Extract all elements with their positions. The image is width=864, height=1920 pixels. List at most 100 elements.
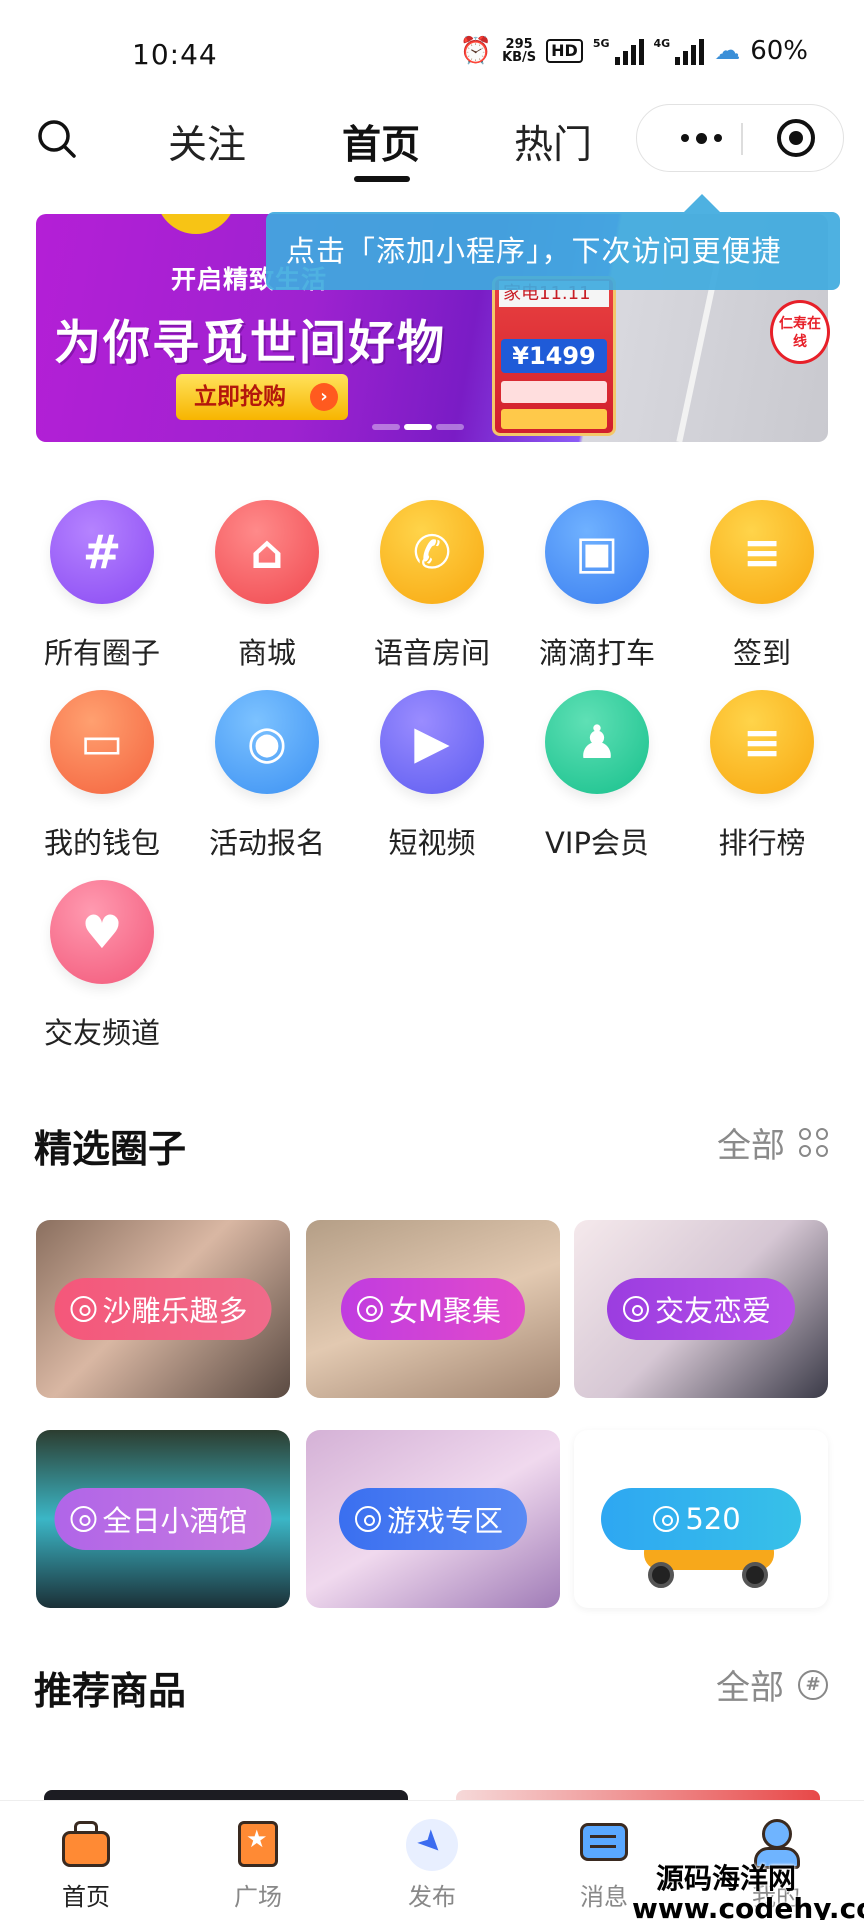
more-icon[interactable] bbox=[665, 105, 737, 171]
phone-note-icon: ✆ bbox=[380, 500, 484, 604]
search-icon[interactable] bbox=[36, 118, 78, 160]
circle-pill: 520 bbox=[601, 1488, 801, 1550]
circle-name: 女M聚集 bbox=[388, 1294, 502, 1328]
grid-item-voice-room[interactable]: ✆ 语音房间 bbox=[352, 500, 512, 672]
banner-decoration bbox=[156, 214, 236, 234]
grid-item-didi[interactable]: ▣ 滴滴打车 bbox=[517, 500, 677, 672]
circle-card[interactable]: 交友恋爱 bbox=[574, 1220, 828, 1398]
tabbar-square[interactable]: ★ 广场 bbox=[198, 1819, 318, 1912]
grid-item-mall[interactable]: ⌂ 商城 bbox=[187, 500, 347, 672]
circle-icon bbox=[356, 1296, 383, 1322]
tabbar-home[interactable]: 首页 bbox=[26, 1819, 146, 1912]
grid-label: 语音房间 bbox=[373, 636, 490, 670]
signal-4g-label: 4G bbox=[653, 37, 671, 50]
tab-indicator bbox=[354, 176, 410, 182]
home-icon bbox=[60, 1819, 112, 1869]
circle-card[interactable]: 沙雕乐趣多 bbox=[36, 1220, 290, 1398]
close-miniprogram-icon[interactable] bbox=[777, 119, 815, 157]
banner-card-strip bbox=[501, 381, 607, 403]
tab-home[interactable]: 首页 bbox=[342, 114, 420, 170]
grid-item-vip[interactable]: ♟ VIP会员 bbox=[517, 690, 677, 862]
top-nav: 关注 首页 热门 bbox=[0, 100, 864, 182]
circle-card[interactable]: 女M聚集 bbox=[306, 1220, 560, 1398]
products-more-link[interactable]: 全部 # bbox=[716, 1660, 828, 1709]
products-more-label: 全部 bbox=[716, 1668, 784, 1708]
banner-pager bbox=[372, 424, 464, 430]
watermark-line1: 源码海洋网 bbox=[656, 1862, 797, 1895]
grid-label: 签到 bbox=[732, 636, 791, 670]
cloud-icon: ☁ bbox=[714, 36, 741, 66]
circle-card[interactable]: 全日小酒馆 bbox=[36, 1430, 290, 1608]
star-badge-icon: ★ bbox=[232, 1819, 284, 1869]
grid-icon bbox=[799, 1128, 828, 1157]
circle-name: 沙雕乐趣多 bbox=[102, 1294, 248, 1328]
status-time: 10:44 bbox=[132, 38, 218, 71]
tabbar-label: 首页 bbox=[62, 1883, 110, 1911]
net-speed: 295 KB/S bbox=[502, 38, 536, 64]
grid-label: 所有圈子 bbox=[43, 636, 160, 670]
circle-pill: 游戏专区 bbox=[338, 1488, 528, 1550]
section-featured-title: 精选圈子 bbox=[34, 1127, 187, 1171]
circle-pill: 交友恋爱 bbox=[606, 1278, 796, 1340]
document-icon: ≡ bbox=[710, 500, 814, 604]
wallet-icon: ▭ bbox=[50, 690, 154, 794]
car-icon: ▣ bbox=[545, 500, 649, 604]
circle-name: 520 bbox=[685, 1502, 741, 1536]
hashtag-icon: # bbox=[50, 500, 154, 604]
renshou-logo[interactable]: 仁寿在线 bbox=[770, 300, 830, 364]
tooltip-arrow bbox=[684, 194, 720, 212]
tab-hot[interactable]: 热门 bbox=[514, 114, 592, 170]
grid-item-wallet[interactable]: ▭ 我的钱包 bbox=[22, 690, 182, 862]
hearts-icon: ♥ bbox=[50, 880, 154, 984]
tabbar-publish[interactable]: ➤ 发布 bbox=[372, 1819, 492, 1912]
circle-pill: 沙雕乐趣多 bbox=[54, 1278, 272, 1340]
grid-item-checkin[interactable]: ≡ 签到 bbox=[682, 500, 842, 672]
grid-label: 滴滴打车 bbox=[538, 636, 655, 670]
circle-card[interactable]: 游戏专区 bbox=[306, 1430, 560, 1608]
grid-item-event-signup[interactable]: ◉ 活动报名 bbox=[187, 690, 347, 862]
banner-product-card: 家电11.11 ¥1499 bbox=[492, 276, 616, 436]
circle-card[interactable]: 520 bbox=[574, 1430, 828, 1608]
camera-icon: ◉ bbox=[215, 690, 319, 794]
banner-buy-button[interactable]: 立即抢购 › bbox=[176, 374, 348, 420]
rocket-icon: ➤ bbox=[406, 1819, 458, 1871]
grid-label: 活动报名 bbox=[208, 826, 325, 860]
circle-name: 交友恋爱 bbox=[654, 1294, 772, 1328]
grid-label: 商城 bbox=[237, 636, 296, 670]
grid-label: 排行榜 bbox=[718, 826, 806, 860]
add-miniprogram-tooltip: 点击「添加小程序」，下次访问更便捷 bbox=[266, 212, 840, 290]
alarm-icon: ⏰ bbox=[459, 36, 493, 66]
grid-item-ranking[interactable]: ≡ 排行榜 bbox=[682, 690, 842, 862]
capsule-divider bbox=[741, 123, 743, 155]
featured-more-label: 全部 bbox=[717, 1126, 785, 1166]
miniprogram-capsule bbox=[636, 104, 844, 172]
circle-icon bbox=[653, 1506, 680, 1532]
grid-label: 我的钱包 bbox=[43, 826, 160, 860]
ranking-icon: ≡ bbox=[710, 690, 814, 794]
shopping-bag-icon: ⌂ bbox=[215, 500, 319, 604]
hd-icon: HD bbox=[546, 39, 583, 63]
person-icon: ♟ bbox=[545, 690, 649, 794]
tab-follow[interactable]: 关注 bbox=[168, 114, 246, 170]
status-bar: 10:44 ⏰ 295 KB/S HD 5G 4G ☁ 60% bbox=[0, 0, 864, 100]
banner-card-price: ¥1499 bbox=[501, 339, 607, 373]
chevron-right-icon: › bbox=[310, 383, 338, 411]
circle-pill: 女M聚集 bbox=[340, 1278, 526, 1340]
signal-5g-label: 5G bbox=[592, 37, 610, 50]
circle-name: 游戏专区 bbox=[386, 1504, 504, 1538]
section-products-title: 推荐商品 bbox=[34, 1669, 187, 1713]
grid-label: VIP会员 bbox=[545, 826, 649, 860]
grid-label: 交友频道 bbox=[43, 1016, 160, 1050]
battery-level: 60% bbox=[750, 36, 808, 66]
circle-pill: 全日小酒馆 bbox=[54, 1488, 272, 1550]
message-icon bbox=[578, 1819, 630, 1869]
status-icons: ⏰ 295 KB/S HD 5G 4G ☁ 60% bbox=[460, 36, 808, 66]
signal-5g-icon: 5G bbox=[593, 37, 644, 65]
grid-item-dating[interactable]: ♥ 交友频道 bbox=[22, 880, 182, 1052]
banner-card-strip2 bbox=[501, 409, 607, 429]
featured-more-link[interactable]: 全部 bbox=[717, 1118, 828, 1167]
tabbar-label: 发布 bbox=[408, 1883, 456, 1911]
circle-icon bbox=[70, 1296, 97, 1322]
grid-item-all-circles[interactable]: # 所有圈子 bbox=[22, 500, 182, 672]
grid-item-short-video[interactable]: ▶ 短视频 bbox=[352, 690, 512, 862]
